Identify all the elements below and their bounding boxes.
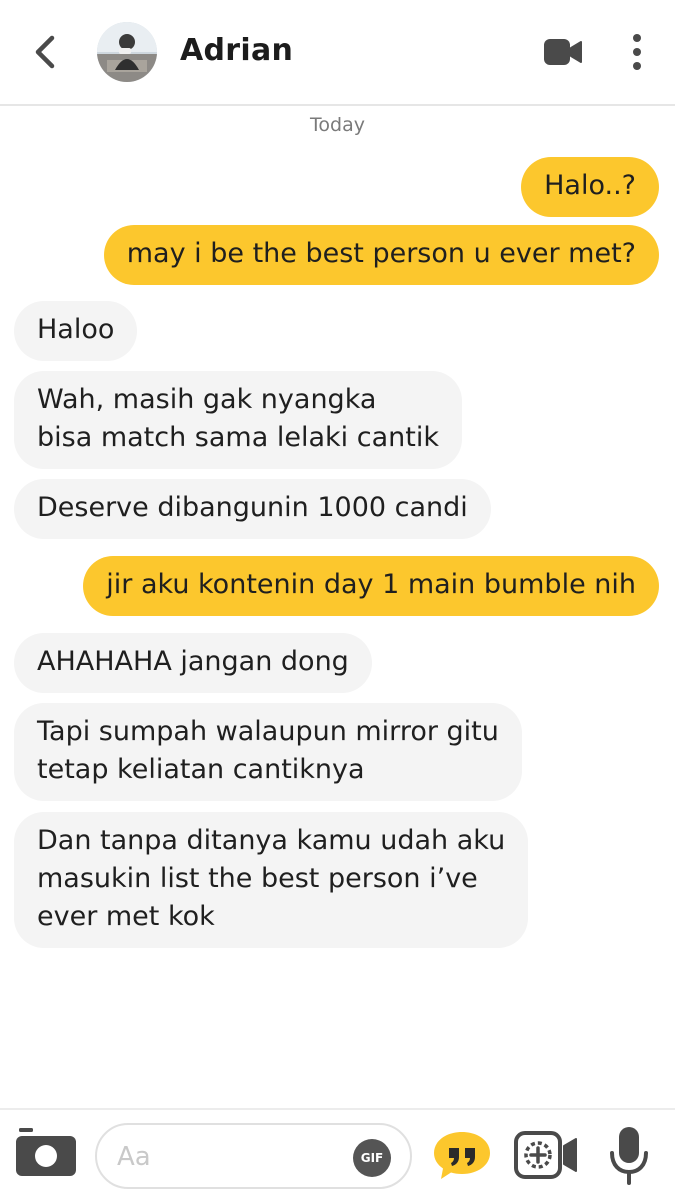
message-bubble-incoming[interactable]: Haloo (14, 301, 138, 361)
video-call-button[interactable] (543, 36, 583, 68)
chat-header: Adrian (0, 0, 675, 106)
message-text: jir aku kontenin day 1 main bumble nih (106, 569, 636, 600)
microphone-icon (610, 1127, 648, 1185)
message-text: Deserve dibangunin 1000 candi (37, 492, 468, 523)
message-bubble-incoming[interactable]: AHAHAHA jangan dong (14, 633, 372, 693)
message-bubble-incoming[interactable]: Dan tanpa ditanya kamu udah aku masukin … (14, 812, 529, 948)
video-note-button[interactable] (514, 1128, 578, 1182)
message-input-container[interactable]: GIF (95, 1123, 412, 1189)
message-bubble-outgoing[interactable]: jir aku kontenin day 1 main bumble nih (83, 556, 659, 616)
opening-moves-button[interactable] (432, 1130, 492, 1182)
video-camera-icon (544, 39, 582, 65)
message-text: bisa match sama lelaki cantik (37, 422, 439, 453)
message-text: tetap keliatan cantiknya (37, 754, 365, 785)
date-separator: Today (310, 114, 365, 136)
message-bubble-incoming[interactable]: Deserve dibangunin 1000 candi (14, 479, 491, 539)
message-text: may i be the best person u ever met? (126, 238, 636, 269)
camera-icon (16, 1128, 76, 1176)
quote-bubble-icon (434, 1132, 490, 1179)
more-vertical-icon (633, 34, 641, 70)
message-bubble-outgoing[interactable]: Halo..? (521, 157, 659, 217)
contact-name[interactable]: Adrian (180, 33, 293, 68)
message-text: masukin list the best person i’ve (37, 863, 478, 894)
message-input[interactable] (117, 1137, 337, 1177)
camera-button[interactable] (15, 1128, 77, 1178)
composer-bar: GIF (0, 1108, 675, 1200)
message-text: Tapi sumpah walaupun mirror gitu (37, 716, 499, 747)
message-text: ever met kok (37, 901, 215, 932)
message-bubble-outgoing[interactable]: may i be the best person u ever met? (103, 225, 659, 285)
message-text: Wah, masih gak nyangka (37, 384, 377, 415)
back-button[interactable] (28, 30, 64, 74)
message-text: Dan tanpa ditanya kamu udah aku (37, 825, 506, 856)
message-text: Haloo (37, 314, 115, 345)
avatar[interactable] (97, 22, 157, 82)
more-options-button[interactable] (627, 33, 647, 73)
add-media-icon (514, 1131, 577, 1179)
message-bubble-incoming[interactable]: Wah, masih gak nyangka bisa match sama l… (14, 371, 462, 469)
chevron-left-icon (35, 35, 55, 69)
gif-button[interactable]: GIF (353, 1139, 391, 1177)
message-text: AHAHAHA jangan dong (37, 646, 349, 677)
voice-message-button[interactable] (609, 1125, 649, 1187)
message-bubble-incoming[interactable]: Tapi sumpah walaupun mirror gitu tetap k… (14, 703, 522, 801)
message-text: Halo..? (544, 170, 636, 201)
